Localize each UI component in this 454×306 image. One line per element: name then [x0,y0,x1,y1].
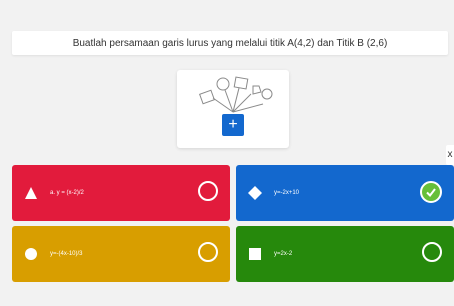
answer-option-2[interactable]: y=-2x+10 [236,165,454,221]
plus-icon: + [228,116,238,133]
correct-toggle[interactable] [198,181,218,201]
correct-toggle[interactable] [422,242,442,262]
answer-text: y=-(4x-10)/3 [50,251,83,257]
side-panel-toggle[interactable]: x [446,145,454,165]
add-media-button[interactable]: + [222,114,244,136]
correct-toggle[interactable] [198,242,218,262]
question-text-field[interactable]: Buatlah persamaan garis lurus yang melal… [12,31,448,55]
square-icon [248,247,262,261]
answer-text: y=2x-2 [274,251,293,257]
answer-option-3[interactable]: y=-(4x-10)/3 [12,226,230,282]
triangle-icon [24,186,38,200]
answer-text: a. y = (x-2)/2 [50,190,84,196]
answer-text: y=-2x+10 [274,190,300,196]
circle-icon [24,247,38,261]
correct-check-icon[interactable] [420,181,442,203]
media-illustration-icon [199,76,273,113]
diamond-icon [248,186,262,200]
media-card: + [177,70,289,148]
question-text: Buatlah persamaan garis lurus yang melal… [72,37,388,49]
answer-option-1[interactable]: a. y = (x-2)/2 [12,165,230,221]
answer-option-4[interactable]: y=2x-2 [236,226,454,282]
